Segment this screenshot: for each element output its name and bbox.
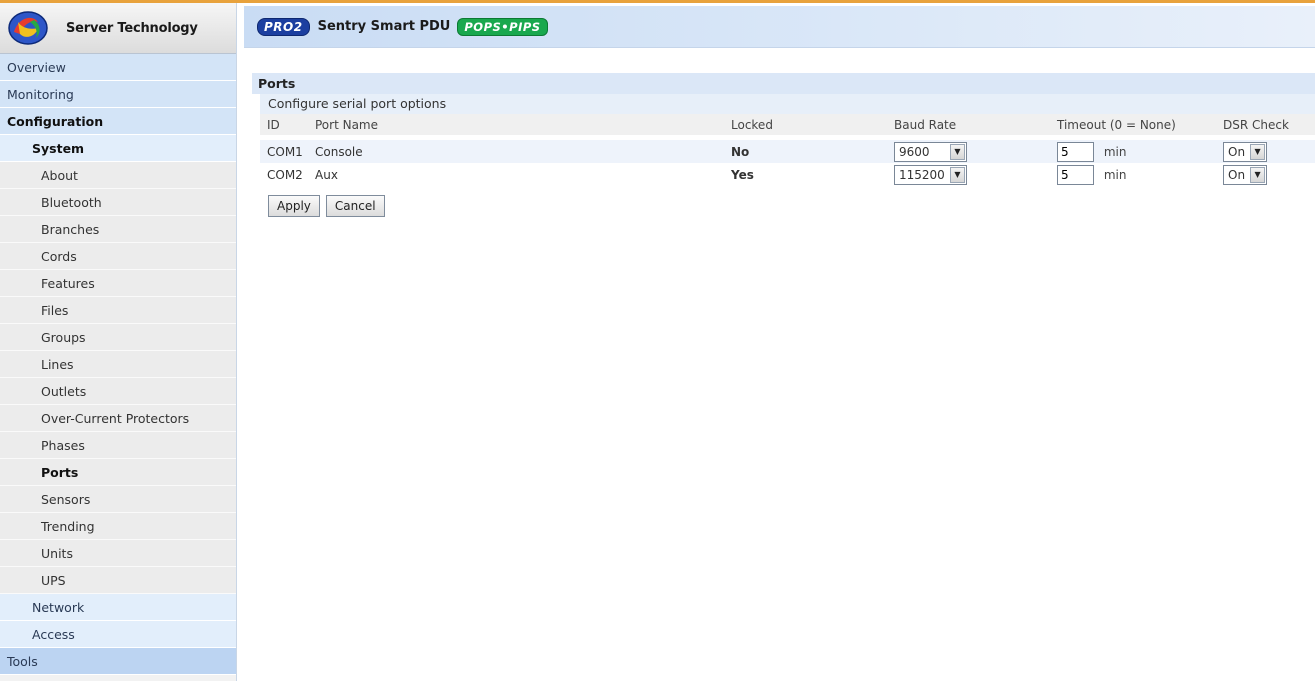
timeout-input[interactable] bbox=[1057, 141, 1094, 162]
dsr-check-select[interactable]: On ▼ bbox=[1223, 141, 1268, 162]
nav-item-features[interactable]: Features bbox=[0, 270, 236, 297]
col-dsr-check: DSR Check bbox=[1216, 114, 1315, 135]
col-id: ID bbox=[260, 114, 308, 135]
nav-item-ports[interactable]: Ports bbox=[0, 459, 236, 486]
nav-access[interactable]: Access bbox=[0, 621, 236, 648]
dsr-check-select[interactable]: On ▼ bbox=[1223, 164, 1268, 185]
nav-item-ups[interactable]: UPS bbox=[0, 567, 236, 594]
table-row: COM1 Console No 9600 ▼ min On ▼ bbox=[260, 140, 1315, 163]
nav-monitoring[interactable]: Monitoring bbox=[0, 81, 236, 108]
cancel-button[interactable]: Cancel bbox=[325, 195, 385, 217]
baud-rate-value: 9600 bbox=[899, 144, 930, 159]
nav-overview[interactable]: Overview bbox=[0, 54, 236, 81]
port-locked: Yes bbox=[731, 167, 754, 182]
nav-item-about[interactable]: About bbox=[0, 162, 236, 189]
nav-item-groups[interactable]: Groups bbox=[0, 324, 236, 351]
chevron-down-icon[interactable]: ▼ bbox=[950, 143, 965, 160]
nav-item-outlets[interactable]: Outlets bbox=[0, 378, 236, 405]
baud-rate-select[interactable]: 9600 ▼ bbox=[894, 141, 967, 162]
main-content: Ports Configure serial port options ID P… bbox=[252, 73, 1315, 217]
col-locked: Locked bbox=[724, 114, 887, 135]
dsr-check-value: On bbox=[1228, 167, 1246, 182]
timeout-unit: min bbox=[1103, 144, 1127, 159]
nav-item-branches[interactable]: Branches bbox=[0, 216, 236, 243]
brand: Server Technology bbox=[0, 3, 236, 54]
nav-system[interactable]: System bbox=[0, 135, 236, 162]
nav-network[interactable]: Network bbox=[0, 594, 236, 621]
nav-item-over-current-protectors[interactable]: Over-Current Protectors bbox=[0, 405, 236, 432]
form-buttons: Apply Cancel bbox=[268, 195, 1315, 217]
timeout-unit: min bbox=[1103, 167, 1127, 182]
header-bar: PRO2 Sentry Smart PDU POPS•PIPS bbox=[244, 6, 1315, 48]
page-title: Ports bbox=[252, 73, 1315, 94]
baud-rate-select[interactable]: 115200 ▼ bbox=[894, 164, 967, 185]
apply-button[interactable]: Apply bbox=[268, 195, 320, 217]
server-technology-logo-icon bbox=[8, 11, 48, 45]
section-subtitle: Configure serial port options bbox=[260, 94, 1315, 114]
sidebar: Server Technology Overview Monitoring Co… bbox=[0, 3, 237, 681]
dsr-check-value: On bbox=[1228, 144, 1246, 159]
col-port-name: Port Name bbox=[308, 114, 724, 135]
nav-item-lines[interactable]: Lines bbox=[0, 351, 236, 378]
table-row: COM2 Aux Yes 115200 ▼ min On ▼ bbox=[260, 163, 1315, 186]
nav-item-cords[interactable]: Cords bbox=[0, 243, 236, 270]
chevron-down-icon[interactable]: ▼ bbox=[950, 166, 965, 183]
nav-item-units[interactable]: Units bbox=[0, 540, 236, 567]
nav-tools[interactable]: Tools bbox=[0, 648, 236, 675]
col-timeout: Timeout (0 = None) bbox=[1050, 114, 1216, 135]
port-id: COM2 bbox=[267, 167, 303, 182]
port-locked: No bbox=[724, 140, 887, 163]
timeout-input[interactable] bbox=[1057, 164, 1094, 185]
port-name: Aux bbox=[315, 167, 338, 182]
nav-configuration[interactable]: Configuration bbox=[0, 108, 236, 135]
nav-item-bluetooth[interactable]: Bluetooth bbox=[0, 189, 236, 216]
col-baud-rate: Baud Rate bbox=[887, 114, 1050, 135]
nav-item-phases[interactable]: Phases bbox=[0, 432, 236, 459]
chevron-down-icon[interactable]: ▼ bbox=[1250, 166, 1266, 183]
port-id: COM1 bbox=[260, 140, 308, 163]
brand-name: Server Technology bbox=[66, 20, 198, 36]
pops-pips-badge: POPS•PIPS bbox=[457, 17, 548, 36]
baud-rate-value: 115200 bbox=[899, 167, 945, 182]
table-header-row: ID Port Name Locked Baud Rate Timeout (0… bbox=[260, 114, 1315, 135]
ports-table: ID Port Name Locked Baud Rate Timeout (0… bbox=[260, 114, 1315, 186]
nav-item-trending[interactable]: Trending bbox=[0, 513, 236, 540]
product-title: Sentry Smart PDU bbox=[317, 19, 451, 34]
nav-item-sensors[interactable]: Sensors bbox=[0, 486, 236, 513]
port-name: Console bbox=[308, 140, 724, 163]
chevron-down-icon[interactable]: ▼ bbox=[1250, 143, 1266, 160]
pro2-badge: PRO2 bbox=[257, 17, 310, 36]
nav-item-files[interactable]: Files bbox=[0, 297, 236, 324]
